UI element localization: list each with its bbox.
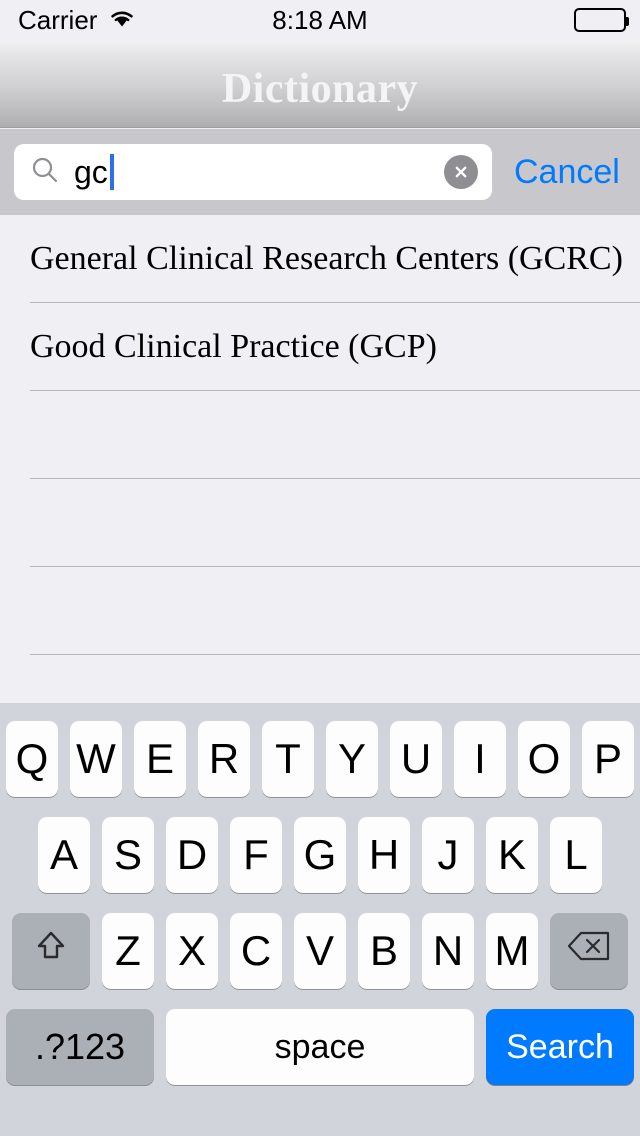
search-input[interactable]: gc xyxy=(14,144,492,200)
backspace-key[interactable] xyxy=(550,913,628,989)
text-caret xyxy=(109,154,114,190)
numbers-key[interactable]: .?123 xyxy=(6,1009,154,1085)
search-results-list[interactable]: General Clinical Research Centers (GCRC)… xyxy=(0,215,640,743)
key-d[interactable]: D xyxy=(166,817,218,893)
list-item[interactable]: General Clinical Research Centers (GCRC) xyxy=(0,215,640,303)
keyboard-row-1: Q W E R T Y U I O P xyxy=(0,721,640,797)
search-key[interactable]: Search xyxy=(486,1009,634,1085)
key-s[interactable]: S xyxy=(102,817,154,893)
keyboard-row-3: Z X C V B N M xyxy=(0,913,640,989)
key-n[interactable]: N xyxy=(422,913,474,989)
key-u[interactable]: U xyxy=(390,721,442,797)
key-w[interactable]: W xyxy=(70,721,122,797)
key-f[interactable]: F xyxy=(230,817,282,893)
key-o[interactable]: O xyxy=(518,721,570,797)
list-item xyxy=(0,567,640,655)
list-item xyxy=(0,391,640,479)
search-icon xyxy=(30,155,60,190)
key-x[interactable]: X xyxy=(166,913,218,989)
space-key[interactable]: space xyxy=(166,1009,474,1085)
on-screen-keyboard: Q W E R T Y U I O P A S D F G H J K L Z … xyxy=(0,703,640,1136)
key-k[interactable]: K xyxy=(486,817,538,893)
app-screen: Carrier 8:18 AM Dictionary gc Cancel Gen… xyxy=(0,0,640,1136)
keyboard-row-4: .?123 space Search xyxy=(0,1009,640,1085)
search-bar: gc Cancel xyxy=(0,129,640,215)
navigation-bar: Dictionary xyxy=(0,40,640,128)
list-item xyxy=(0,479,640,567)
keyboard-row-2: A S D F G H J K L xyxy=(0,817,640,893)
key-v[interactable]: V xyxy=(294,913,346,989)
key-r[interactable]: R xyxy=(198,721,250,797)
battery-full-icon xyxy=(574,8,629,32)
shift-key[interactable] xyxy=(12,913,90,989)
list-item[interactable]: Good Clinical Practice (GCP) xyxy=(0,303,640,391)
key-h[interactable]: H xyxy=(358,817,410,893)
status-bar-time: 8:18 AM xyxy=(272,4,368,35)
key-j[interactable]: J xyxy=(422,817,474,893)
list-item-label: Good Clinical Practice (GCP) xyxy=(30,328,437,365)
key-b[interactable]: B xyxy=(358,913,410,989)
key-t[interactable]: T xyxy=(262,721,314,797)
list-item-label: General Clinical Research Centers (GCRC) xyxy=(30,240,623,277)
key-m[interactable]: M xyxy=(486,913,538,989)
key-i[interactable]: I xyxy=(454,721,506,797)
key-g[interactable]: G xyxy=(294,817,346,893)
key-a[interactable]: A xyxy=(38,817,90,893)
key-z[interactable]: Z xyxy=(102,913,154,989)
key-l[interactable]: L xyxy=(550,817,602,893)
search-input-value: gc xyxy=(74,154,108,190)
key-y[interactable]: Y xyxy=(326,721,378,797)
page-title: Dictionary xyxy=(221,66,419,112)
key-c[interactable]: C xyxy=(230,913,282,989)
key-q[interactable]: Q xyxy=(6,721,58,797)
backspace-icon xyxy=(565,927,613,975)
clear-circle-icon[interactable] xyxy=(444,155,478,189)
cancel-button[interactable]: Cancel xyxy=(514,153,620,192)
key-p[interactable]: P xyxy=(582,721,634,797)
shift-arrow-icon xyxy=(29,924,73,978)
status-bar-right xyxy=(574,8,629,32)
status-bar: Carrier 8:18 AM xyxy=(0,0,640,40)
key-e[interactable]: E xyxy=(134,721,186,797)
